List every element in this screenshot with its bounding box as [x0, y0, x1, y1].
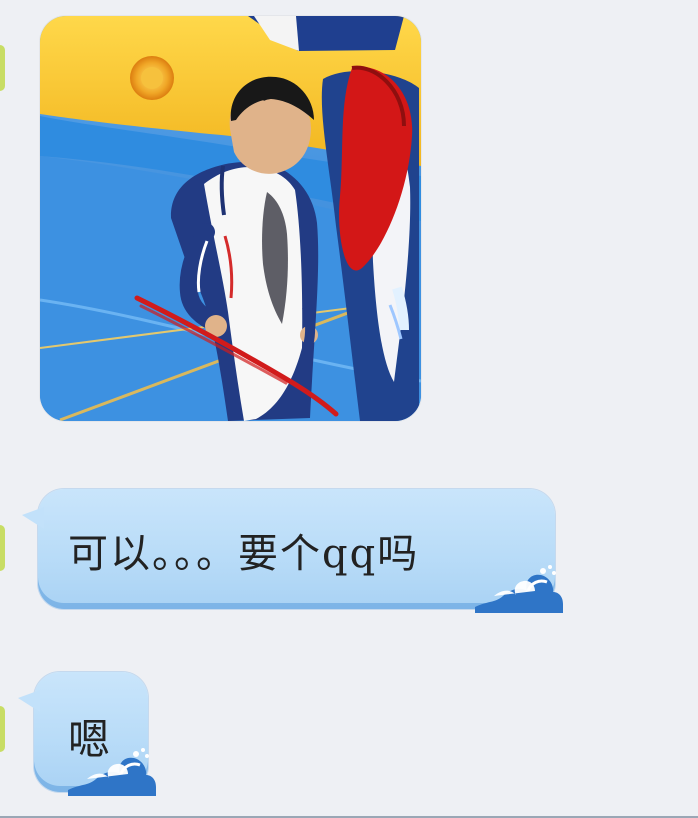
avatar-edge[interactable] — [0, 45, 5, 91]
avatar-edge[interactable] — [0, 706, 5, 752]
message-text: 可以。。。要个qq吗 — [68, 531, 420, 577]
chat-window: 可以。。。要个qq吗 嗯 — [0, 0, 698, 818]
avatar-edge[interactable] — [0, 525, 5, 571]
photo — [40, 16, 421, 421]
image-message[interactable] — [40, 16, 421, 421]
message-bubble[interactable]: 可以。。。要个qq吗 — [22, 489, 563, 613]
wave-decoration-icon — [68, 748, 156, 796]
wave-decoration-icon — [475, 565, 563, 613]
message-bubble[interactable]: 嗯 — [18, 672, 156, 796]
